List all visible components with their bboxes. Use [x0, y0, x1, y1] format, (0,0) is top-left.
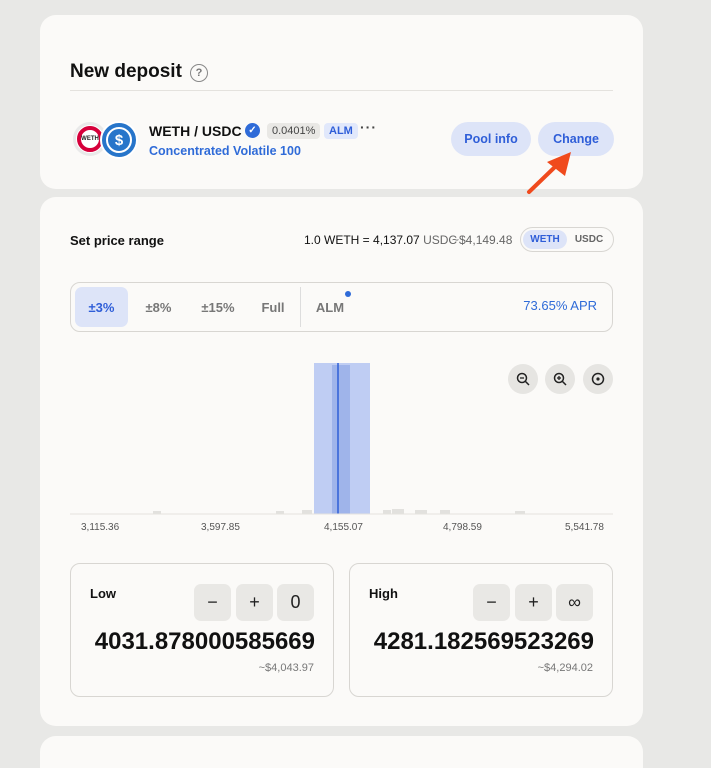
verified-check-icon: ✓ — [245, 123, 260, 138]
price-range-card: Set price range 1.0 WETH = 4,137.07 USDC… — [40, 197, 643, 726]
low-usd-value: ~$4,043.97 — [258, 662, 314, 674]
low-price-input[interactable]: 4031.878000585669 — [95, 628, 315, 656]
high-price-card: High − + ∞ 4281.182569523269 ~$4,294.02 — [349, 563, 613, 697]
page-title: New deposit — [70, 61, 182, 82]
section-title: Set price range — [70, 233, 164, 248]
preset-full[interactable]: Full — [251, 287, 295, 327]
range-presets: ±3% ±8% ±15% Full ALM 73.65% APR — [70, 282, 613, 332]
usdc-token-icon: $ — [100, 121, 138, 159]
high-usd-value: ~$4,294.02 — [537, 662, 593, 674]
low-price-card: Low − + 0 4031.878000585669 ~$4,043.97 — [70, 563, 334, 697]
zoom-in-icon[interactable] — [545, 364, 575, 394]
help-icon[interactable]: ? — [190, 64, 208, 82]
high-label: High — [369, 586, 398, 601]
high-decrement-button[interactable]: − — [473, 584, 510, 621]
pool-info-button[interactable]: Pool info — [451, 122, 531, 156]
high-price-input[interactable]: 4281.182569523269 — [374, 628, 594, 656]
high-increment-button[interactable]: + — [515, 584, 552, 621]
high-infinity-button[interactable]: ∞ — [556, 584, 593, 621]
preset-15-percent[interactable]: ±15% — [189, 287, 247, 327]
axis-tick: 4,798.59 — [443, 522, 482, 533]
axis-tick: 3,115.36 — [81, 522, 120, 533]
toggle-weth[interactable]: WETH — [523, 230, 567, 249]
axis-tick: 3,597.85 — [201, 522, 240, 533]
low-label: Low — [90, 586, 116, 601]
reset-zoom-icon[interactable] — [583, 364, 613, 394]
alm-indicator-dot — [345, 291, 351, 297]
axis-tick: 4,155.07 — [324, 522, 363, 533]
usd-price: ~$4,149.48 — [452, 233, 513, 247]
toggle-usdc[interactable]: USDC — [567, 230, 611, 249]
apr-value: 73.65% APR — [523, 298, 597, 313]
divider — [70, 90, 613, 91]
low-decrement-button[interactable]: − — [194, 584, 231, 621]
more-options-icon[interactable]: ··· — [360, 119, 377, 135]
axis-tick: 5,541.78 — [565, 522, 604, 533]
preset-divider — [300, 287, 301, 327]
red-arrow-annotation-icon — [527, 152, 571, 194]
fee-badge: 0.0401% — [267, 123, 321, 139]
pool-strategy-link[interactable]: Concentrated Volatile 100 — [149, 144, 301, 158]
preset-8-percent[interactable]: ±8% — [132, 287, 185, 327]
preset-3-percent[interactable]: ±3% — [75, 287, 128, 327]
next-section-card — [40, 736, 643, 768]
low-increment-button[interactable]: + — [236, 584, 273, 621]
alm-badge: ALM — [324, 123, 358, 139]
pool-pair-name: WETH / USDC — [149, 123, 242, 139]
zoom-out-icon[interactable] — [508, 364, 538, 394]
token-toggle: WETH USDC — [520, 227, 614, 252]
low-zero-button[interactable]: 0 — [277, 584, 314, 621]
exchange-rate: 1.0 WETH = 4,137.07 USDC — [304, 233, 458, 247]
